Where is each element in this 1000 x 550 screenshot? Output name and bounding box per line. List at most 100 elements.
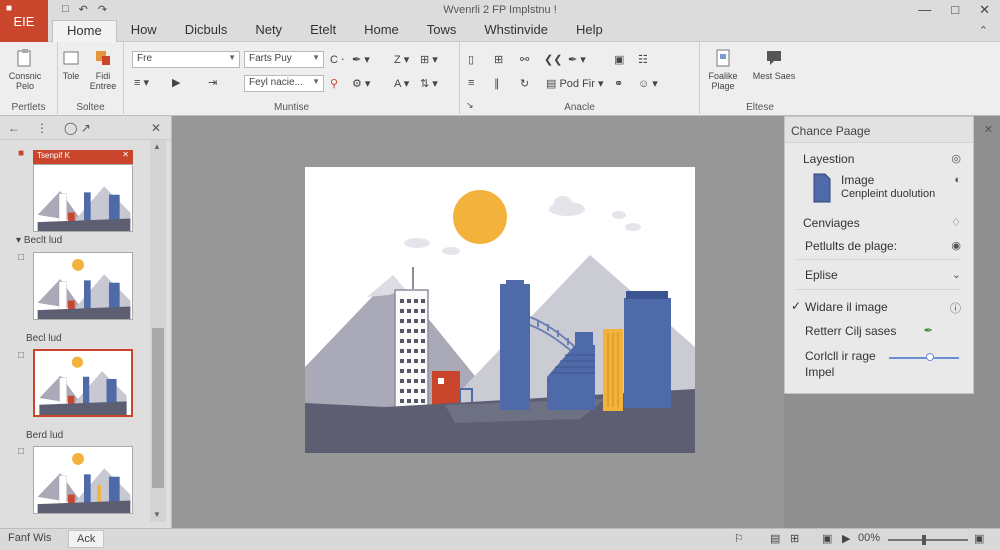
link-chain-icon[interactable]: ⚭ xyxy=(614,77,623,90)
pane-row-layestion[interactable]: Layestion ◎ xyxy=(785,149,973,171)
close-icon[interactable]: ✕ xyxy=(122,150,129,159)
section-label-3[interactable]: Berd lud xyxy=(26,430,63,441)
info-icon[interactable]: ⓘ xyxy=(950,300,961,316)
eye-icon[interactable]: ◉ xyxy=(951,239,961,252)
zoom-level[interactable]: 00% xyxy=(858,532,880,544)
tab-etelt[interactable]: Etelt xyxy=(296,20,350,42)
slideshow-icon[interactable]: ▶ xyxy=(842,532,850,545)
normal-view-icon[interactable]: ▤ xyxy=(770,532,780,545)
shape-icon[interactable]: ▯ xyxy=(468,53,474,66)
outline-icon[interactable]: ◯ ↗ xyxy=(64,121,91,135)
diamond-icon[interactable]: ♢ xyxy=(951,216,961,229)
clear-format-icon[interactable]: C ⋅ xyxy=(330,53,345,66)
slider-knob[interactable] xyxy=(926,353,935,361)
rotate-icon[interactable]: ↻ xyxy=(520,77,529,90)
columns-icon[interactable]: ∥ xyxy=(494,77,500,90)
table-icon[interactable]: ⊞ xyxy=(494,53,503,66)
slides-scrollbar[interactable]: ▲ ▼ xyxy=(150,140,166,522)
pane-row-cenviages[interactable]: Cenviages ♢ xyxy=(785,213,973,235)
image-icon[interactable]: ▣ xyxy=(614,53,624,66)
tab-help[interactable]: Help xyxy=(562,20,617,42)
checkmark-icon[interactable]: ✓ xyxy=(791,299,801,313)
tab-whstinvide[interactable]: Whstinvide xyxy=(470,20,562,42)
target-icon[interactable]: ◎ xyxy=(951,152,961,165)
slide-thumbnail-4[interactable] xyxy=(33,446,133,514)
spacing-icon[interactable]: ⇅ ▾ xyxy=(420,77,438,90)
consnic-pelo-button[interactable]: Consnic Pelo xyxy=(6,48,44,91)
tab-nety[interactable]: Nety xyxy=(241,20,296,42)
foalike-plage-button[interactable]: Foalike Plage xyxy=(704,48,742,91)
current-slide[interactable] xyxy=(305,167,695,453)
audio-icon[interactable]: ❮❮ xyxy=(544,53,562,66)
slide-thumbnail-3[interactable] xyxy=(33,349,133,417)
thumbnail-illustration xyxy=(37,447,131,513)
settings-icon[interactable]: ⚙ ▾ xyxy=(352,77,370,90)
sorter-view-icon[interactable]: ⊞ xyxy=(790,532,799,545)
pod-fir-button[interactable]: ▤ Pod Fir ▾ xyxy=(546,77,604,90)
emoji-icon[interactable]: ☺ ▾ xyxy=(638,77,658,90)
tab-home[interactable]: Home xyxy=(52,20,117,42)
font-style-combo[interactable]: Fre ▼ xyxy=(132,51,240,68)
pane-row-eplise[interactable]: Eplise ⌄ xyxy=(785,265,973,287)
minimize-icon[interactable]: — xyxy=(918,2,931,18)
pane-row-corlcll[interactable]: Corlcll ir rage Impel xyxy=(785,349,973,383)
scrollbar-thumb[interactable] xyxy=(152,328,164,488)
font-size-decrease-button[interactable]: A ▾ xyxy=(394,77,409,90)
reading-view-icon[interactable]: ▣ xyxy=(822,532,832,545)
tab-how[interactable]: How xyxy=(117,20,171,42)
ribbon-collapse-icon[interactable]: ⌃ xyxy=(979,24,988,37)
tab-tows[interactable]: Tows xyxy=(413,20,471,42)
pencil-icon[interactable]: ✒ ▾ xyxy=(568,53,586,66)
pen-icon[interactable]: ✒ ▾ xyxy=(352,53,370,66)
image-file-icon xyxy=(813,173,831,203)
pane-row-retterr[interactable]: Retterr Cilj sases ✒ xyxy=(785,321,973,343)
font-size-increase-button[interactable]: Z ▾ xyxy=(394,53,409,66)
layers-icon[interactable]: ☷ xyxy=(638,53,648,66)
grid-icon[interactable]: ⊞ ▾ xyxy=(420,53,438,66)
city-illustration[interactable] xyxy=(305,167,695,453)
collapse-icon[interactable]: ← xyxy=(8,121,20,135)
section-label-1[interactable]: ▾ Beclt lud xyxy=(16,235,62,246)
close-pane-icon[interactable]: ✕ xyxy=(151,121,161,135)
slide-thumbnail-1[interactable] xyxy=(33,164,133,232)
mest-saes-button[interactable]: Mest Saes xyxy=(744,48,804,81)
section-label-2[interactable]: Becl lud xyxy=(26,333,62,344)
indent-icon[interactable]: ⇥ xyxy=(208,76,217,89)
pane-row-image[interactable]: Image Cenpleint duolution ◐ xyxy=(785,171,973,207)
bullets-icon[interactable]: ≡ ▾ xyxy=(134,76,149,89)
font-name-combo[interactable]: Farts Puy ▼ xyxy=(244,51,324,68)
foalike-plage-label: Foalike Plage xyxy=(708,71,738,91)
align-icon[interactable]: ≡ xyxy=(468,77,474,89)
chevron-down-icon[interactable]: ⌄ xyxy=(952,268,961,281)
half-circle-icon[interactable]: ◐ xyxy=(954,174,961,186)
scroll-down-icon[interactable]: ▼ xyxy=(153,510,161,519)
fidi-entree-button[interactable]: Fidi Entree xyxy=(84,48,122,91)
pane-row-widare-image[interactable]: ✓ Widare il image ⓘ xyxy=(785,297,973,319)
find-icon[interactable]: ⚲ xyxy=(330,77,338,90)
pen-icon[interactable]: ✒ xyxy=(924,324,933,337)
scroll-up-icon[interactable]: ▲ xyxy=(153,142,161,151)
zoom-slider-knob[interactable] xyxy=(922,535,927,545)
status-tab[interactable]: Ack xyxy=(68,530,105,548)
slide-thumbnail-2[interactable] xyxy=(33,252,133,320)
pane-row-label: Image xyxy=(841,173,875,187)
pin-icon[interactable]: ⋮ xyxy=(36,121,48,135)
slide-editor-canvas xyxy=(172,116,784,528)
zoom-slider[interactable] xyxy=(888,535,968,545)
document-icon xyxy=(716,49,730,67)
link-icon[interactable]: ⚯ xyxy=(520,53,529,66)
close-pane-icon[interactable]: ✕ xyxy=(984,123,993,136)
close-icon[interactable]: ✕ xyxy=(979,2,990,18)
rage-slider[interactable] xyxy=(889,353,959,361)
font-size-combo[interactable]: Feyl nacie... ▼ xyxy=(244,75,324,92)
accessibility-icon[interactable]: ⚐ xyxy=(734,532,744,545)
tab-dicbuls[interactable]: Dicbuls xyxy=(171,20,242,42)
title-bar: ■ EIE □ ↶ ↷ Wvenrli 2 FP Implstnu ! — □ … xyxy=(0,0,1000,42)
fit-slide-icon[interactable]: ▣ xyxy=(974,532,984,545)
pane-row-label: Layestion xyxy=(803,152,855,166)
tab-home-2[interactable]: Home xyxy=(350,20,413,42)
pane-row-petlults[interactable]: Petlults de plage: ◉ xyxy=(785,236,973,258)
maximize-icon[interactable]: □ xyxy=(951,2,959,18)
play-icon[interactable]: ▶ xyxy=(172,76,180,89)
chevron-down-icon: ▼ xyxy=(228,53,236,62)
